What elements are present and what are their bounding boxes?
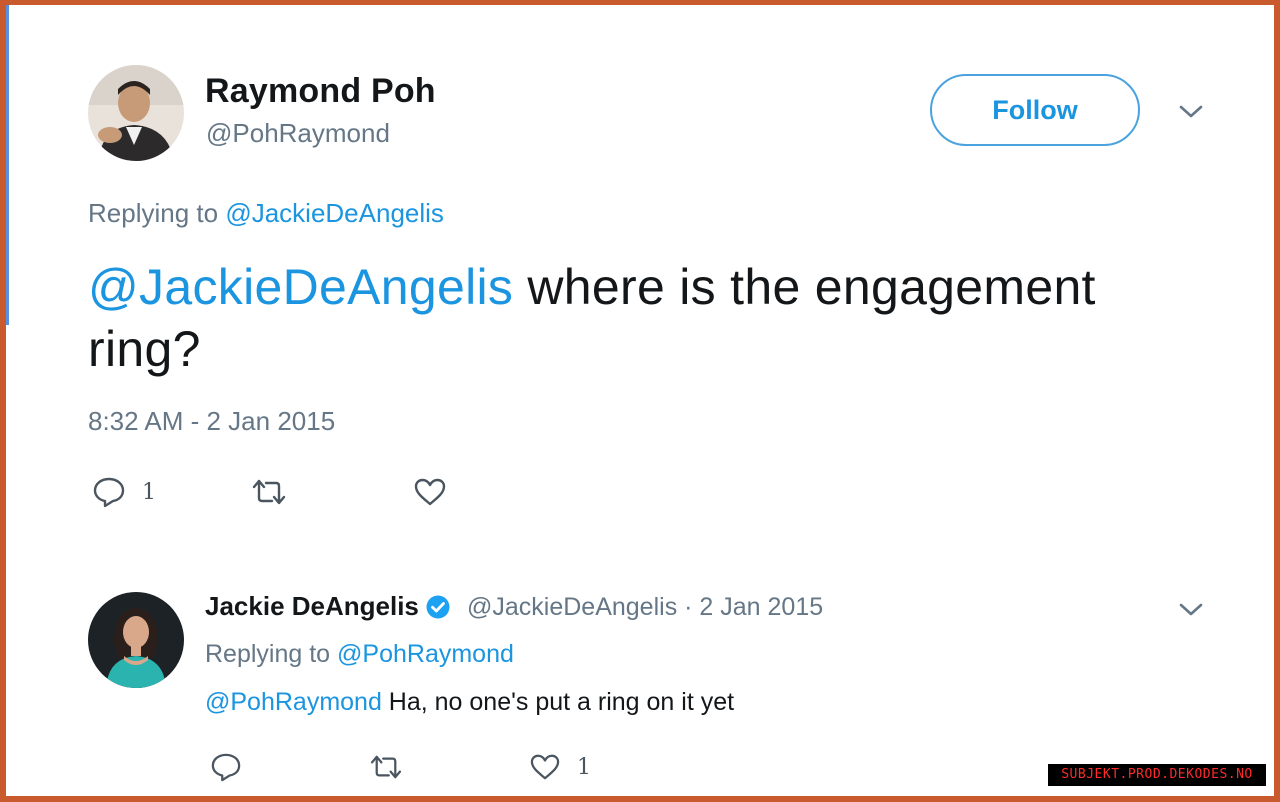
verified-badge-icon bbox=[425, 594, 451, 620]
like-count: 1 bbox=[577, 754, 591, 780]
follow-button[interactable]: Follow bbox=[930, 74, 1140, 146]
replying-prefix: Replying to bbox=[88, 198, 219, 228]
reply-icon bbox=[93, 477, 125, 508]
replying-prefix: Replying to bbox=[205, 640, 331, 668]
chevron-down-icon[interactable] bbox=[1177, 596, 1205, 624]
reply-text: @PohRaymond Ha, no one's put a ring on i… bbox=[205, 688, 734, 717]
tweet-text: @JackieDeAngelis where is the engagement… bbox=[88, 256, 1208, 380]
retweet-action[interactable] bbox=[368, 754, 420, 780]
retweet-icon bbox=[252, 479, 286, 505]
replying-to-link[interactable]: @JackieDeAngelis bbox=[225, 198, 444, 228]
retweet-icon bbox=[370, 755, 402, 779]
author-handle[interactable]: @PohRaymond bbox=[206, 118, 390, 149]
timestamp[interactable]: 8:32 AM - 2 Jan 2015 bbox=[88, 406, 335, 437]
avatar-photo bbox=[88, 592, 184, 688]
like-action[interactable] bbox=[413, 477, 463, 507]
avatar-photo bbox=[88, 65, 184, 161]
reply-action[interactable] bbox=[210, 752, 258, 782]
heart-icon bbox=[530, 754, 560, 780]
mention-link[interactable]: @JackieDeAngelis bbox=[88, 259, 513, 315]
reply-count: 1 bbox=[142, 479, 156, 505]
reply-body: Ha, no one's put a ring on it yet bbox=[381, 688, 735, 716]
retweet-action[interactable] bbox=[250, 478, 304, 506]
replying-to-link[interactable]: @PohRaymond bbox=[337, 640, 514, 668]
watermark: SUBJEKT.PROD.DEKODES.NO bbox=[1048, 764, 1266, 786]
replying-to: Replying to @JackieDeAngelis bbox=[88, 198, 444, 229]
reply-author[interactable]: Jackie DeAngelis bbox=[205, 591, 451, 622]
chevron-down-icon[interactable] bbox=[1177, 98, 1205, 126]
reply-author-name[interactable]: Jackie DeAngelis bbox=[205, 591, 419, 622]
avatar[interactable] bbox=[88, 65, 184, 161]
replying-to: Replying to @PohRaymond bbox=[205, 640, 514, 669]
frame-edge bbox=[6, 5, 9, 325]
like-action[interactable]: 1 bbox=[529, 753, 591, 781]
reply-icon bbox=[211, 753, 241, 782]
avatar[interactable] bbox=[88, 592, 184, 688]
reply-meta[interactable]: @JackieDeAngelis · 2 Jan 2015 bbox=[467, 593, 823, 622]
mention-link[interactable]: @PohRaymond bbox=[205, 688, 382, 716]
heart-icon bbox=[414, 478, 446, 506]
author-name[interactable]: Raymond Poh bbox=[205, 72, 436, 111]
reply-action[interactable]: 1 bbox=[92, 476, 156, 508]
